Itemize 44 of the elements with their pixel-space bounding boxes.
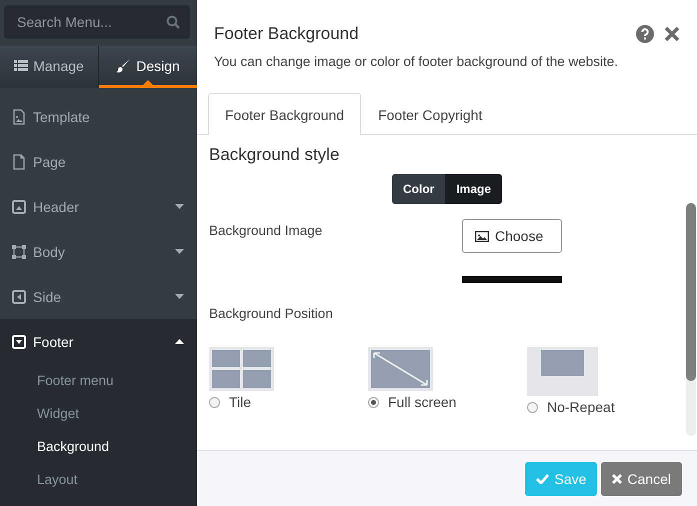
menu-item[interactable]: Header <box>0 184 197 229</box>
footer-layout-icon <box>11 334 27 350</box>
dialog-description: You can change image or color of footer background of the website. <box>214 54 620 69</box>
image-icon <box>475 230 489 242</box>
side-layout-icon <box>11 288 27 304</box>
file-icon <box>11 154 27 170</box>
submenu-item[interactable]: Layout <box>0 463 197 496</box>
section-title: Background style <box>209 145 340 165</box>
style-toggle-option[interactable]: Color <box>392 174 446 204</box>
submenu-item[interactable]: Background <box>0 430 197 463</box>
search-icon <box>166 15 180 29</box>
menu-item[interactable]: Footer <box>0 319 197 364</box>
help-icon[interactable] <box>636 25 654 43</box>
paintbrush-icon <box>116 58 132 73</box>
choose-button[interactable]: Choose <box>462 219 562 253</box>
menu-item[interactable]: Body <box>0 229 197 274</box>
position-radio[interactable]: Tile <box>209 394 252 410</box>
submenu-item[interactable]: Widget <box>0 397 197 430</box>
search-field[interactable]: Search Menu... <box>4 5 190 39</box>
dialog-tab[interactable]: Footer Copyright <box>361 93 500 135</box>
position-radio[interactable]: No-Repeat <box>527 399 615 415</box>
submenu-item[interactable]: Footer menu <box>0 364 197 397</box>
header-layout-icon <box>11 198 27 214</box>
menu-item[interactable]: Page <box>0 139 197 184</box>
tile-layout-icon[interactable] <box>209 347 274 391</box>
image-icon <box>11 108 27 124</box>
field-label: Background Position <box>209 306 334 321</box>
close-icon[interactable] <box>664 26 680 42</box>
centered-layout-icon[interactable] <box>527 347 598 396</box>
menu-item[interactable]: Side <box>0 274 197 319</box>
frame-icon <box>11 244 27 260</box>
close-icon <box>612 474 622 484</box>
checkmark-icon <box>536 474 550 484</box>
sidebar-tab[interactable]: Manage <box>0 46 99 88</box>
style-toggle-option[interactable]: Image <box>445 174 502 204</box>
scrollbar[interactable] <box>686 203 696 436</box>
dialog-tab[interactable]: Footer Background <box>208 93 362 135</box>
fullscreen-layout-icon[interactable] <box>368 347 433 391</box>
dialog-title: Footer Background <box>214 24 360 44</box>
position-radio[interactable]: Full screen <box>368 394 456 410</box>
list-icon <box>14 60 28 71</box>
menu-item[interactable]: Template <box>0 94 197 139</box>
field-label: Background Image <box>209 222 324 240</box>
cancel-button[interactable]: Cancel <box>601 462 682 496</box>
